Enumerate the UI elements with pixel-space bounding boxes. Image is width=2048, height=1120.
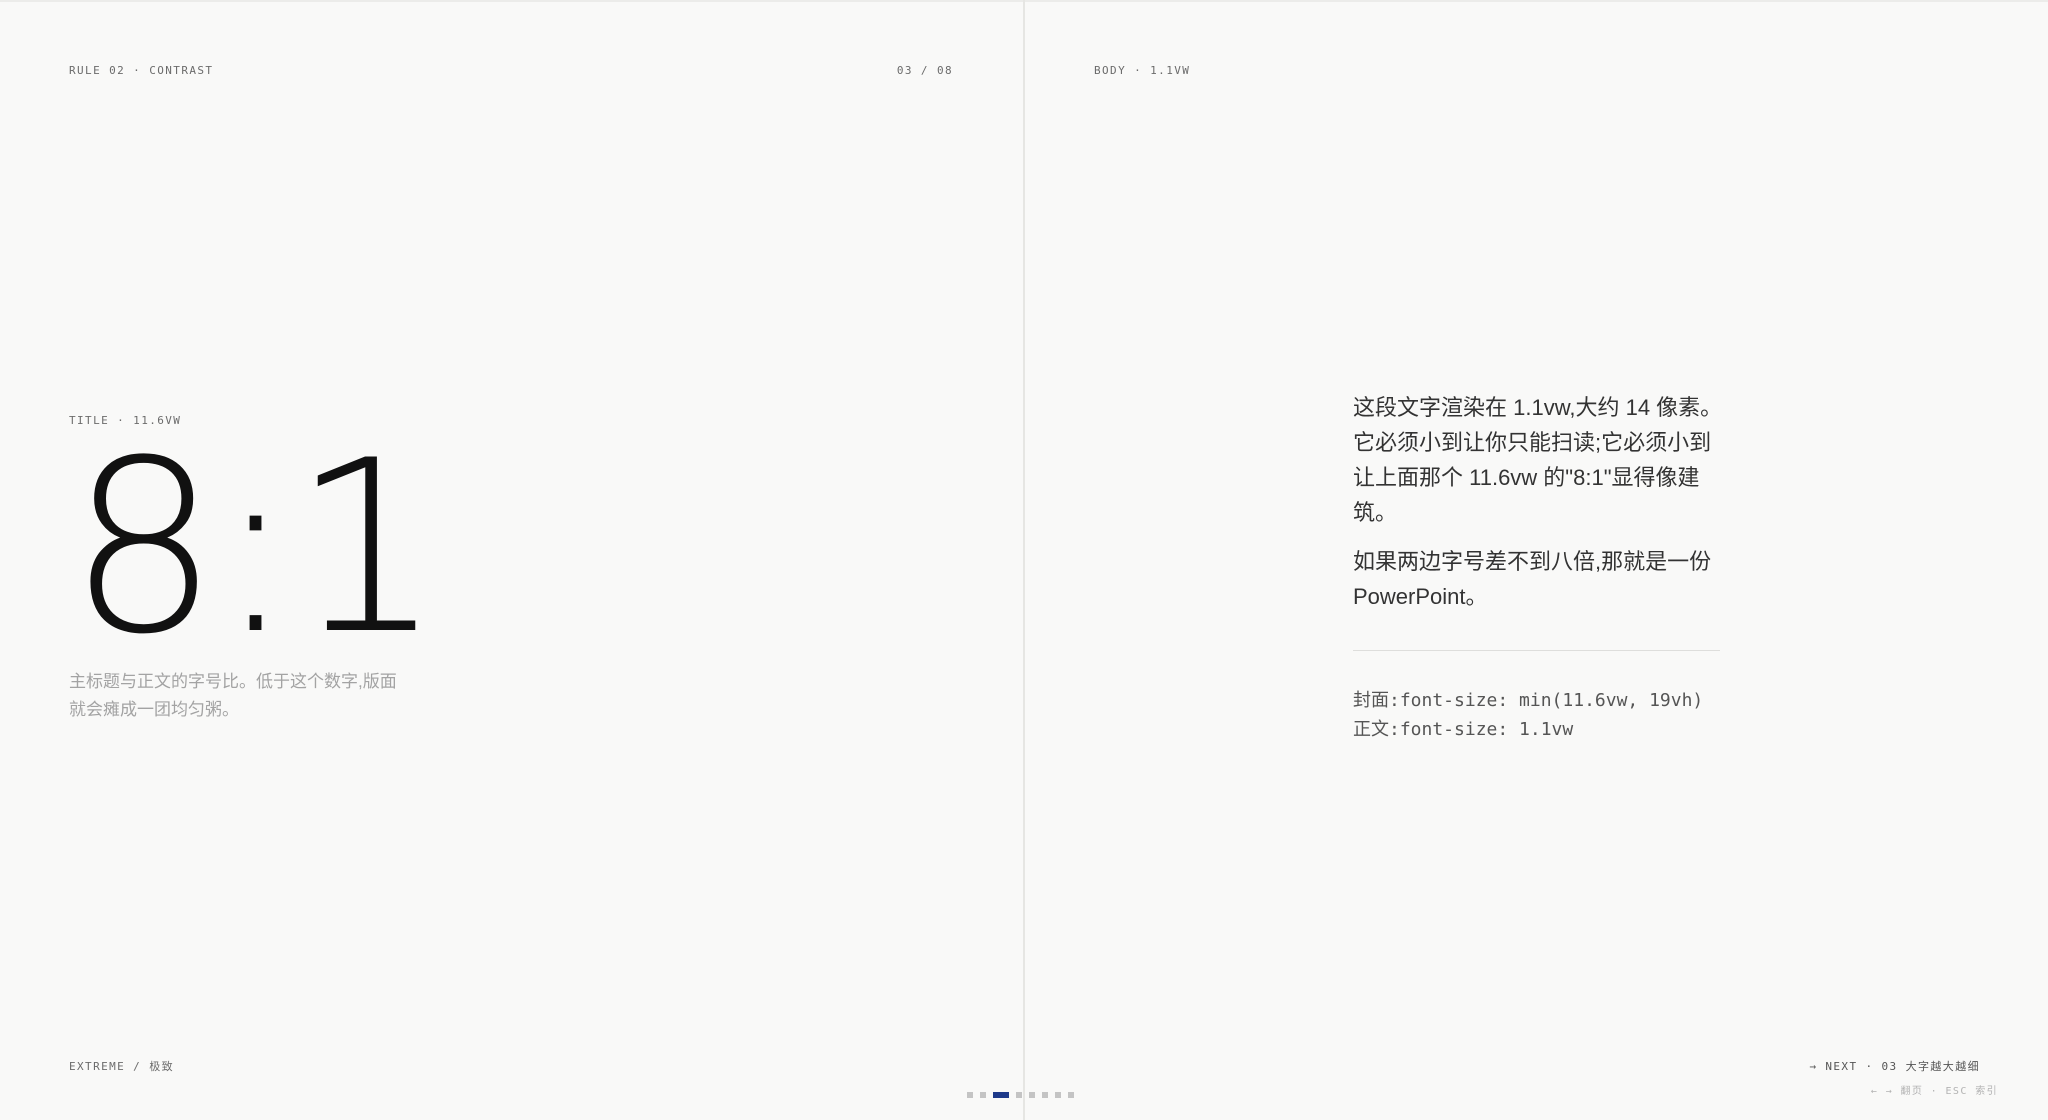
body-paragraph-2: 如果两边字号差不到八倍,那就是一份 PowerPoint。 xyxy=(1353,549,1712,609)
spread-divider xyxy=(1023,0,1025,1120)
code-block: 封面:font-size: min(11.6vw, 19vh) 正文:font-… xyxy=(1353,686,1703,744)
next-slide-link[interactable]: → NEXT · 03 大字越大越细 xyxy=(1809,1058,1980,1074)
rule-label: RULE 02 · CONTRAST xyxy=(69,64,214,77)
pager-dot[interactable] xyxy=(1042,1092,1048,1098)
pager-dot[interactable] xyxy=(967,1092,973,1098)
body-paragraph-1: 这段文字渲染在 1.1vw,大约 14 像素。它必须小到让你只能扫读;它必须小到… xyxy=(1353,395,1723,525)
footer-series-label: EXTREME / 极致 xyxy=(69,1060,175,1073)
code-line-body: 正文:font-size: 1.1vw xyxy=(1353,719,1574,740)
pager-dot[interactable] xyxy=(1016,1092,1022,1098)
keyboard-hints: ← → 翻页 · ESC 索引 xyxy=(1870,1086,1998,1097)
pager-dot[interactable] xyxy=(1055,1092,1061,1098)
pager-dot[interactable] xyxy=(980,1092,986,1098)
ratio-headline: 8:1 xyxy=(68,410,443,687)
ratio-caption: 主标题与正文的字号比。低于这个数字,版面就会瘫成一团均匀粥。 xyxy=(69,672,397,719)
pager-dot[interactable] xyxy=(1029,1092,1035,1098)
body-copy: 这段文字渲染在 1.1vw,大约 14 像素。它必须小到让你只能扫读;它必须小到… xyxy=(1353,390,1725,628)
pager-dot[interactable] xyxy=(1068,1092,1074,1098)
body-size-label: BODY · 1.1VW xyxy=(1094,64,1191,77)
section-rule xyxy=(1353,650,1720,651)
slide-pager[interactable] xyxy=(967,1092,1074,1098)
page-counter: 03 / 08 xyxy=(896,64,953,77)
code-line-cover: 封面:font-size: min(11.6vw, 19vh) xyxy=(1353,690,1704,711)
pager-dot-active[interactable] xyxy=(993,1092,1009,1098)
